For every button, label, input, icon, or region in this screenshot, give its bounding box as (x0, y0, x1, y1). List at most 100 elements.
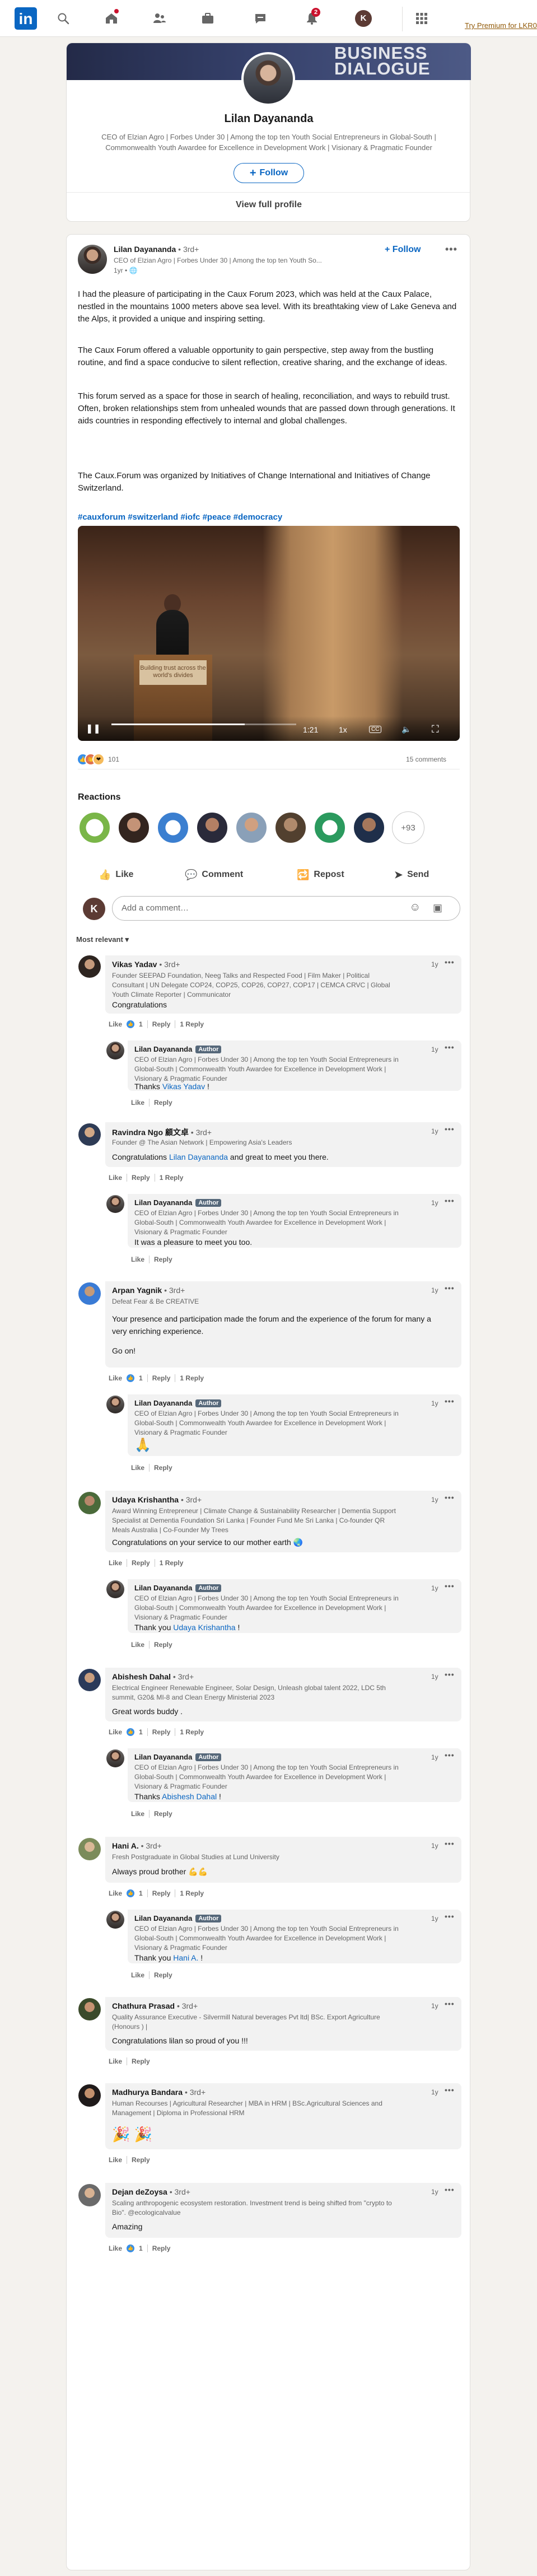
comment-like-button[interactable]: Like (109, 2156, 122, 2164)
profile-avatar[interactable] (241, 52, 295, 106)
commenter-avatar[interactable] (78, 1282, 101, 1305)
commenter-avatar[interactable] (78, 2184, 101, 2206)
reply-like-button[interactable]: Like (131, 1810, 144, 1818)
repost-button[interactable]: 🔁 Repost (297, 864, 344, 886)
post-author-avatar[interactable] (78, 245, 107, 274)
jobs-icon[interactable] (198, 9, 217, 28)
captions-icon[interactable]: CC (369, 726, 382, 733)
reactor-avatar[interactable] (157, 811, 189, 844)
comment-like-button[interactable]: Like (109, 1889, 122, 1897)
comment-reply-button[interactable]: Reply (152, 1728, 171, 1736)
reactor-avatar[interactable] (196, 811, 228, 844)
reply-avatar[interactable] (106, 1396, 124, 1413)
post-more-icon[interactable]: ••• (445, 244, 457, 255)
reply-avatar[interactable] (106, 1911, 124, 1929)
comment-reply-count[interactable]: 1 Reply (160, 1174, 184, 1182)
commenter-name[interactable]: Vikas Yadav (112, 960, 157, 969)
reply-avatar[interactable] (106, 1042, 124, 1060)
comment-reply-count[interactable]: 1 Reply (160, 1559, 184, 1567)
commenter-name[interactable]: Madhurya Bandara (112, 2088, 183, 2097)
video-progress-bar[interactable] (111, 724, 296, 725)
reply-reply-button[interactable]: Reply (154, 1810, 172, 1818)
reply-more-icon[interactable]: ••• (445, 1397, 455, 1406)
apps-grid-icon[interactable] (412, 9, 431, 28)
reply-author-name[interactable]: Lilan Dayananda (134, 1914, 192, 1922)
reply-mention[interactable]: Abishesh Dahal (162, 1792, 217, 1801)
comment-button[interactable]: 💬 Comment (185, 864, 243, 886)
commenter-avatar[interactable] (78, 955, 101, 978)
reply-avatar[interactable] (106, 1195, 124, 1213)
commenter-name[interactable]: Arpan Yagnik (112, 1286, 162, 1295)
notifications-icon[interactable]: 2 (302, 8, 321, 28)
reply-author-name[interactable]: Lilan Dayananda (134, 1399, 192, 1407)
playback-speed[interactable]: 1x (339, 725, 347, 734)
profile-name[interactable]: Lilan Dayananda (67, 113, 471, 125)
reply-more-icon[interactable]: ••• (445, 1912, 455, 1921)
post-follow-button[interactable]: + Follow (385, 245, 421, 255)
comment-reply-button[interactable]: Reply (152, 1374, 171, 1382)
commenter-name[interactable]: Udaya Krishantha (112, 1495, 179, 1504)
emoji-icon[interactable]: ☺ (409, 901, 421, 914)
commenter-avatar[interactable] (78, 1123, 101, 1146)
reactor-avatar[interactable] (78, 811, 111, 844)
reply-reply-button[interactable]: Reply (154, 1464, 172, 1472)
reply-like-button[interactable]: Like (131, 1971, 144, 1979)
reply-reply-button[interactable]: Reply (154, 1099, 172, 1107)
more-reactors-button[interactable]: +93 (392, 811, 424, 844)
reply-like-button[interactable]: Like (131, 1464, 144, 1472)
like-button[interactable]: 👍 Like (99, 864, 133, 886)
comment-more-icon[interactable]: ••• (445, 1999, 455, 2008)
reply-avatar[interactable] (106, 1749, 124, 1767)
reactor-avatar[interactable] (118, 811, 150, 844)
reply-avatar[interactable] (106, 1580, 124, 1598)
comment-like-button[interactable]: Like (109, 2244, 122, 2252)
network-icon[interactable] (150, 9, 169, 28)
commenter-avatar[interactable] (78, 1492, 101, 1514)
commenter-name[interactable]: Hani A. (112, 1841, 139, 1850)
reply-more-icon[interactable]: ••• (445, 1751, 455, 1760)
reply-like-button[interactable]: Like (131, 1256, 144, 1263)
image-icon[interactable]: ▣ (433, 902, 442, 914)
comments-count[interactable]: 15 comments (406, 755, 446, 764)
reply-like-button[interactable]: Like (131, 1099, 144, 1107)
comment-like-button[interactable]: Like (109, 1020, 122, 1028)
reply-mention[interactable]: Udaya Krishantha (173, 1623, 235, 1632)
reactor-avatar[interactable] (235, 811, 268, 844)
comment-reply-button[interactable]: Reply (132, 1559, 150, 1567)
reply-more-icon[interactable]: ••• (445, 1043, 455, 1052)
comment-like-button[interactable]: Like (109, 2057, 122, 2065)
send-button[interactable]: ➤ Send (394, 864, 429, 886)
comment-reply-button[interactable]: Reply (152, 2244, 171, 2252)
reply-author-name[interactable]: Lilan Dayananda (134, 1045, 192, 1053)
reaction-count[interactable]: 101 (108, 755, 119, 764)
reply-reply-button[interactable]: Reply (154, 1971, 172, 1979)
comment-more-icon[interactable]: ••• (445, 958, 455, 967)
comment-more-icon[interactable]: ••• (445, 1839, 455, 1848)
commenter-avatar[interactable] (78, 2084, 101, 2107)
reply-author-name[interactable]: Lilan Dayananda (134, 1753, 192, 1761)
comment-reply-button[interactable]: Reply (132, 1174, 150, 1182)
commenter-avatar[interactable] (78, 1838, 101, 1860)
comment-more-icon[interactable]: ••• (445, 1124, 455, 1133)
commenter-name[interactable]: Abishesh Dahal (112, 1672, 171, 1681)
reply-more-icon[interactable]: ••• (445, 1196, 455, 1205)
comment-mention[interactable]: Lilan Dayananda (169, 1152, 228, 1161)
comment-reply-button[interactable]: Reply (152, 1889, 171, 1897)
messaging-icon[interactable] (251, 9, 270, 28)
view-full-profile-link[interactable]: View full profile (67, 200, 471, 210)
commenter-avatar[interactable] (78, 1669, 101, 1691)
comment-reply-count[interactable]: 1 Reply (180, 1374, 204, 1382)
comment-reply-button[interactable]: Reply (152, 1020, 171, 1028)
search-icon[interactable] (54, 9, 73, 28)
pause-icon[interactable]: ❚❚ (86, 723, 101, 734)
comment-input[interactable]: Add a comment… ☺ ▣ (112, 896, 460, 921)
post-hashtags[interactable]: #cauxforum #switzerland #iofc #peace #de… (78, 512, 282, 522)
sort-comments[interactable]: Most relevant ▾ (76, 935, 129, 944)
reactor-avatar[interactable] (353, 811, 385, 844)
fullscreen-icon[interactable]: ⛶ (432, 724, 439, 735)
reply-like-button[interactable]: Like (131, 1641, 144, 1649)
comment-like-button[interactable]: Like (109, 1174, 122, 1182)
comment-reply-count[interactable]: 1 Reply (180, 1728, 204, 1736)
comment-more-icon[interactable]: ••• (445, 1670, 455, 1679)
reactor-avatar[interactable] (314, 811, 346, 844)
